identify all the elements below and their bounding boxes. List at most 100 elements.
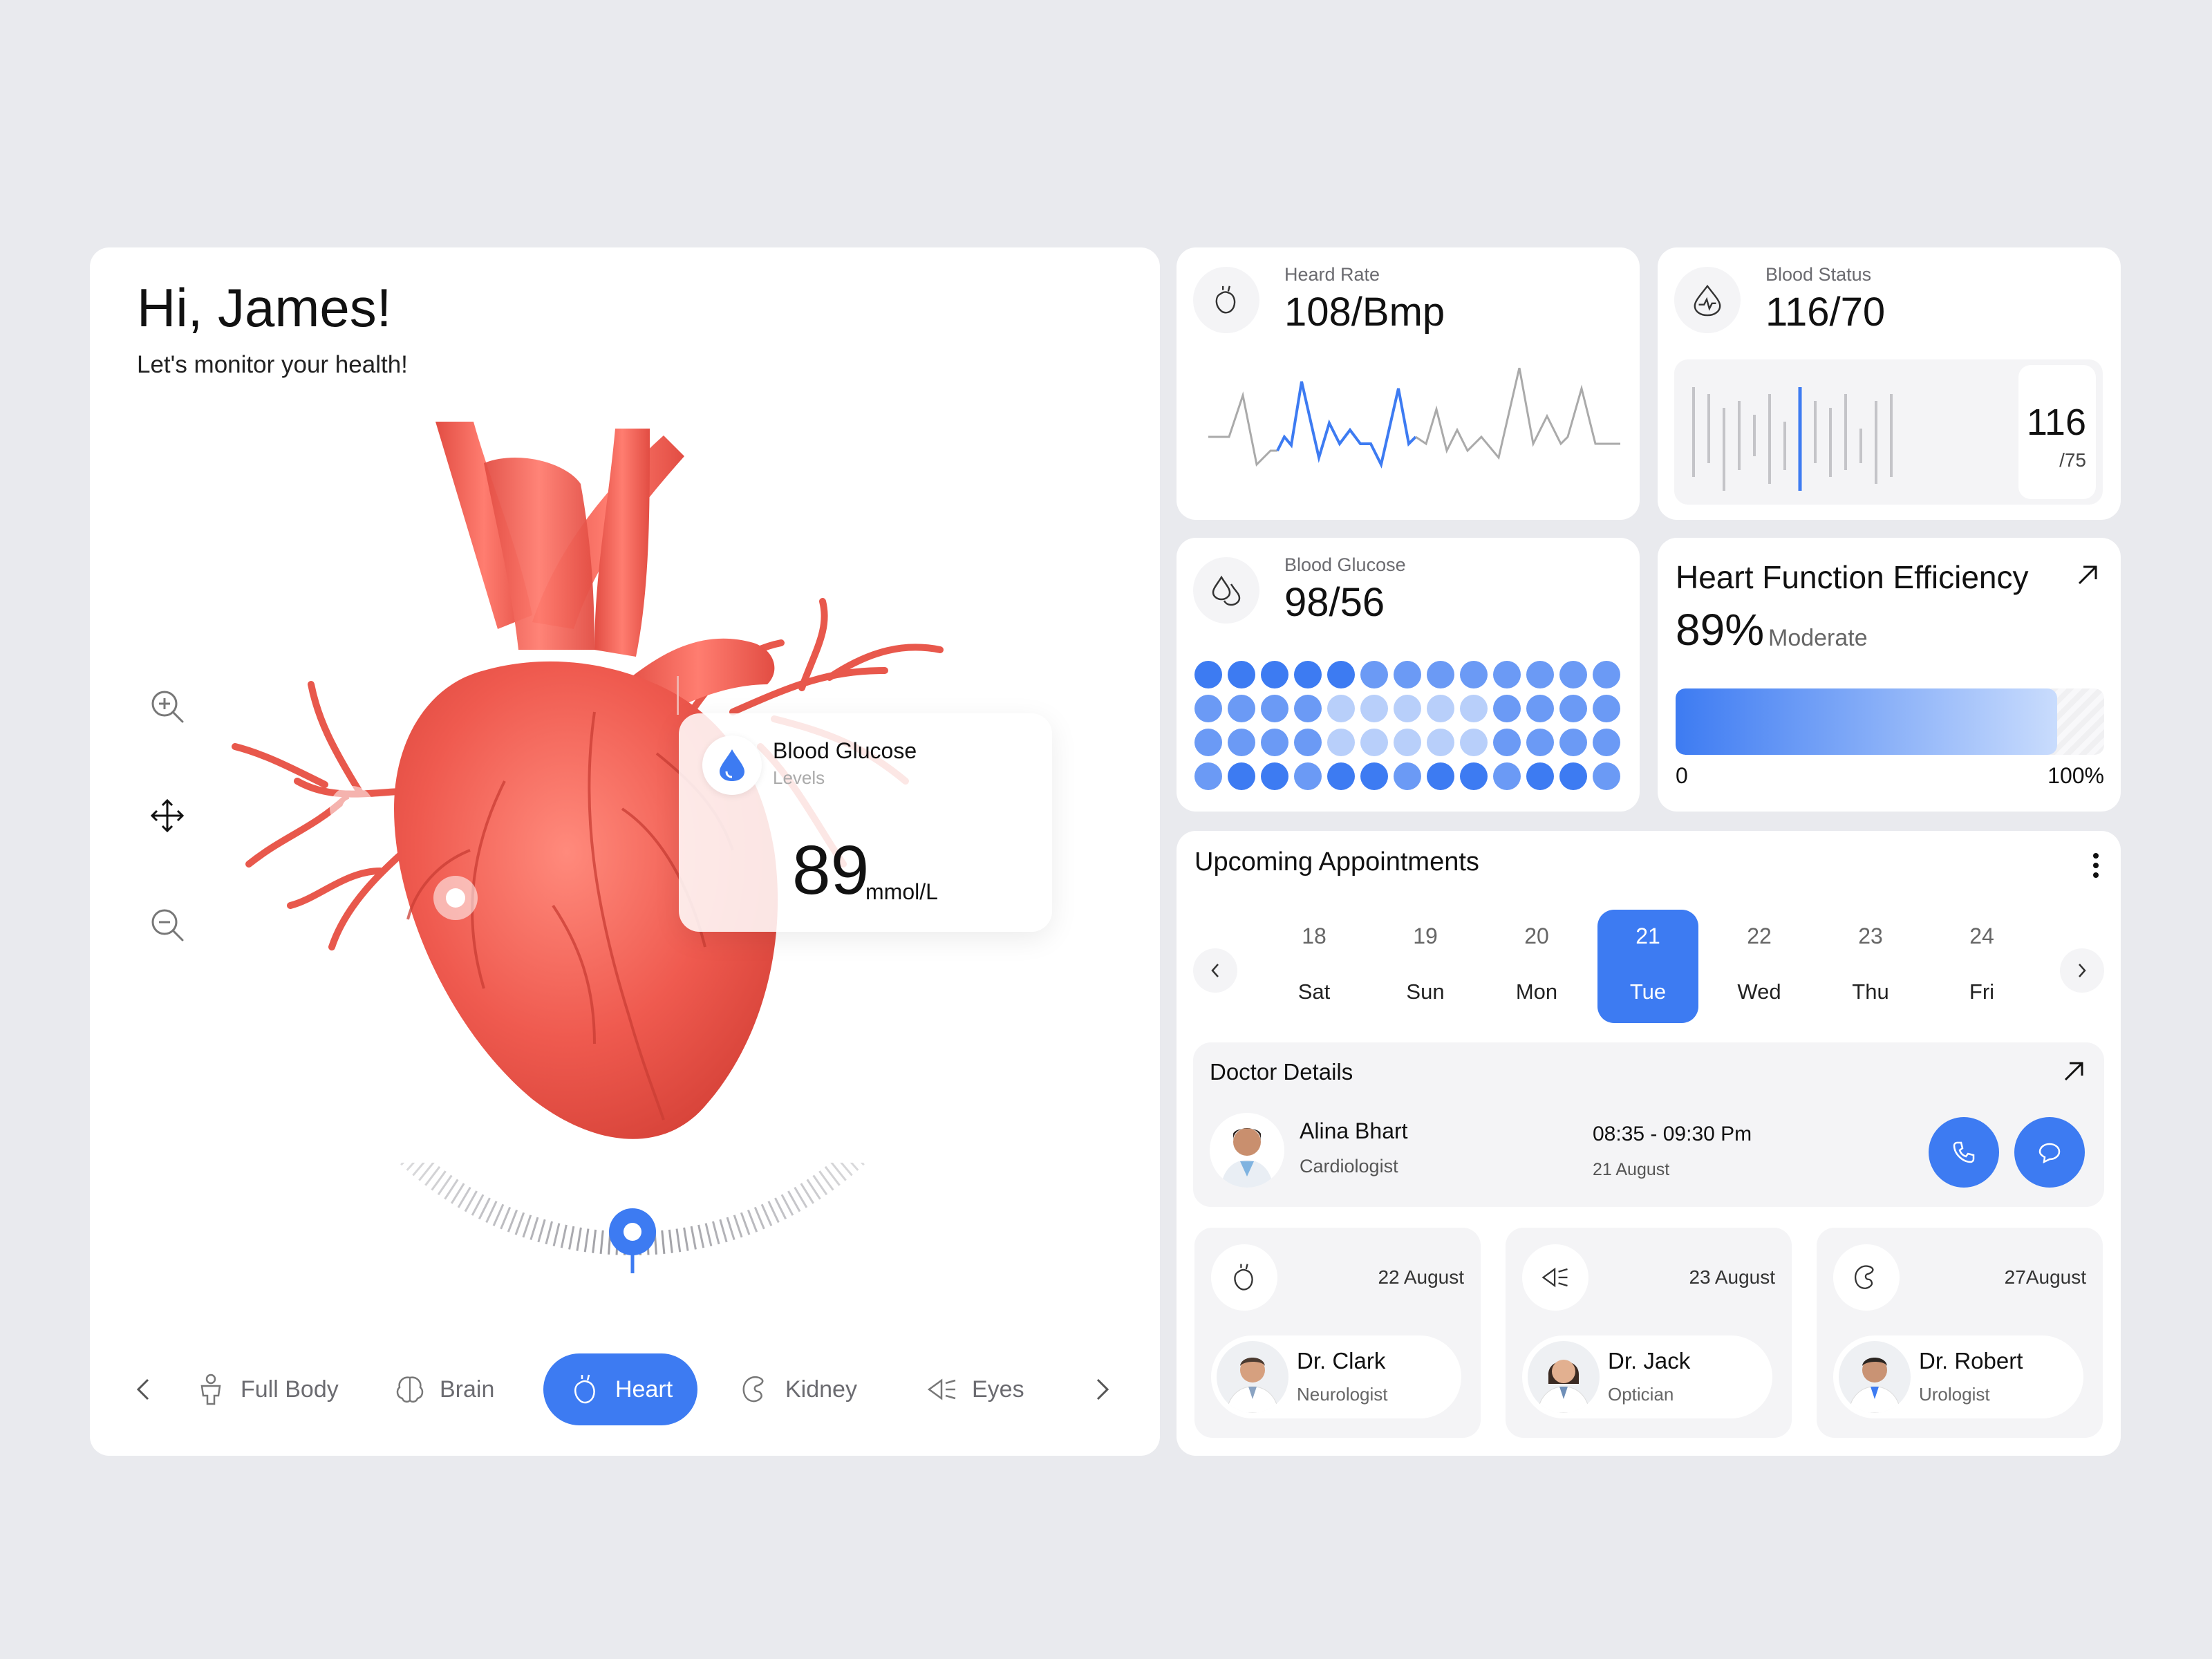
blood-status-card[interactable]: Blood Status 116/70 116 /75 <box>1658 247 2121 520</box>
day-20[interactable]: 20 Mon <box>1486 910 1587 1023</box>
dial-tick <box>661 1230 666 1255</box>
popup-subtitle: Levels <box>773 767 825 788</box>
glucose-dot <box>1460 762 1488 790</box>
day-num: 18 <box>1302 924 1327 948</box>
day-name: Sun <box>1406 980 1445 1004</box>
doctor-details-title: Doctor Details <box>1210 1059 1353 1085</box>
dial-tick <box>668 1229 673 1253</box>
calendar-prev-button[interactable] <box>1193 948 1237 993</box>
appointment-date: 22 August <box>1378 1266 1464 1288</box>
blood-glucose-label: Blood Glucose <box>1284 554 1406 575</box>
day-22[interactable]: 22 Wed <box>1709 910 1810 1023</box>
doctor-role: Neurologist <box>1297 1384 1388 1405</box>
day-num: 22 <box>1747 924 1772 948</box>
popup-connector <box>677 676 679 715</box>
dial-tick <box>683 1227 689 1251</box>
dial-tick <box>537 1219 546 1243</box>
glucose-dot <box>1327 695 1355 722</box>
day-23[interactable]: 23 Thu <box>1820 910 1921 1023</box>
dial-tick <box>712 1221 720 1245</box>
dial-tick <box>568 1226 575 1250</box>
blood-status-value: 116/70 <box>1765 290 1886 335</box>
pressure-side-sub: /75 <box>2059 449 2086 471</box>
kidney-icon <box>1833 1244 1900 1311</box>
appointment-date: 27August <box>2004 1266 2086 1288</box>
day-24[interactable]: 24 Fri <box>1931 910 2032 1023</box>
dial-tick <box>552 1223 561 1247</box>
glucose-dot <box>1360 695 1388 722</box>
nav-prev-icon[interactable] <box>130 1374 158 1405</box>
glucose-drops-icon <box>1193 557 1259 624</box>
nav-next-icon[interactable] <box>1088 1374 1116 1405</box>
popup-unit: mmol/L <box>865 879 938 904</box>
call-button[interactable] <box>1929 1117 1999 1188</box>
glucose-dot <box>1593 762 1620 790</box>
appointment-card-clark[interactable]: 22 August Dr. Clark Neurologist <box>1194 1228 1481 1438</box>
dial-tick <box>719 1219 728 1243</box>
day-18[interactable]: 18 Sat <box>1264 910 1365 1023</box>
zoom-in-icon[interactable] <box>147 686 188 727</box>
day-name: Mon <box>1515 980 1558 1004</box>
glucose-dot <box>1394 762 1421 790</box>
arrow-up-right-icon[interactable] <box>2075 563 2100 588</box>
glucose-dot <box>1327 729 1355 756</box>
efficiency-bar-track <box>1676 688 2104 755</box>
glucose-dot <box>1394 729 1421 756</box>
dial-tick <box>522 1215 532 1238</box>
move-icon[interactable] <box>147 795 188 836</box>
nav-full-body[interactable]: Full Body <box>194 1353 339 1425</box>
nav-label-heart: Heart <box>615 1376 673 1403</box>
day-21[interactable]: 21 Tue <box>1597 910 1698 1023</box>
efficiency-status: Moderate <box>1768 625 1868 651</box>
glucose-dot <box>1593 695 1620 722</box>
day-num: 24 <box>1969 924 1994 948</box>
glucose-dot <box>1394 695 1421 722</box>
nav-heart[interactable]: Heart <box>543 1353 698 1425</box>
glucose-dot <box>1559 762 1587 790</box>
nav-kidney[interactable]: Kidney <box>738 1353 857 1425</box>
ecg-waveform <box>1208 368 1620 469</box>
arrow-up-right-icon[interactable] <box>2061 1059 2086 1084</box>
day-name: Wed <box>1737 980 1781 1004</box>
doctor-details-panel[interactable]: Doctor Details Alina Bhart Cardiologist … <box>1193 1042 2104 1207</box>
glucose-dot <box>1427 762 1454 790</box>
efficiency-card[interactable]: Heart Function Efficiency 89% Moderate 0… <box>1658 538 2121 812</box>
more-icon[interactable] <box>2092 852 2100 879</box>
dial-tick <box>704 1223 713 1247</box>
glucose-dot <box>1294 661 1322 688</box>
calendar-next-button[interactable] <box>2060 948 2104 993</box>
nav-eyes[interactable]: Eyes <box>925 1353 1024 1425</box>
dial-tick <box>492 1203 505 1226</box>
doctor-role: Optician <box>1608 1384 1674 1405</box>
heart-rate-card[interactable]: Heard Rate 108/Bmp <box>1177 247 1640 520</box>
nav-brain[interactable]: Brain <box>393 1353 494 1425</box>
chat-button[interactable] <box>2014 1117 2085 1188</box>
rotation-dial[interactable] <box>325 1163 940 1273</box>
blood-pressure-icon <box>1674 267 1741 333</box>
dial-tick <box>726 1217 735 1241</box>
dial-tick <box>576 1227 582 1251</box>
doctor-name: Alina Bhart <box>1300 1118 1408 1143</box>
glucose-dot <box>1194 729 1222 756</box>
popup-title: Blood Glucose <box>773 738 917 763</box>
appointment-card-jack[interactable]: 23 August Dr. Jack Optician <box>1506 1228 1792 1438</box>
zoom-out-icon[interactable] <box>147 904 188 946</box>
day-name: Thu <box>1852 980 1889 1004</box>
glucose-dot <box>1261 762 1288 790</box>
appointment-date: 21 August <box>1593 1160 1670 1179</box>
dial-tick <box>545 1221 553 1245</box>
appointment-card-robert[interactable]: 27August Dr. Robert Urologist <box>1817 1228 2103 1438</box>
dial-tick <box>514 1212 525 1235</box>
day-num: 23 <box>1858 924 1883 948</box>
glucose-dot <box>1261 729 1288 756</box>
doctor-chip: Dr. Clark Neurologist <box>1211 1335 1461 1418</box>
heart-icon <box>1211 1244 1277 1311</box>
day-19[interactable]: 19 Sun <box>1375 910 1476 1023</box>
chevron-left-icon <box>1211 964 1219 977</box>
avatar <box>1217 1341 1288 1413</box>
eye-icon <box>927 1378 956 1400</box>
glucose-popup[interactable]: Blood Glucose Levels 89 mmol/L <box>679 713 1052 932</box>
efficiency-value: 89% <box>1676 605 1765 655</box>
blood-glucose-card[interactable]: Blood Glucose 98/56 <box>1177 538 1640 812</box>
dial-tick <box>529 1217 539 1241</box>
